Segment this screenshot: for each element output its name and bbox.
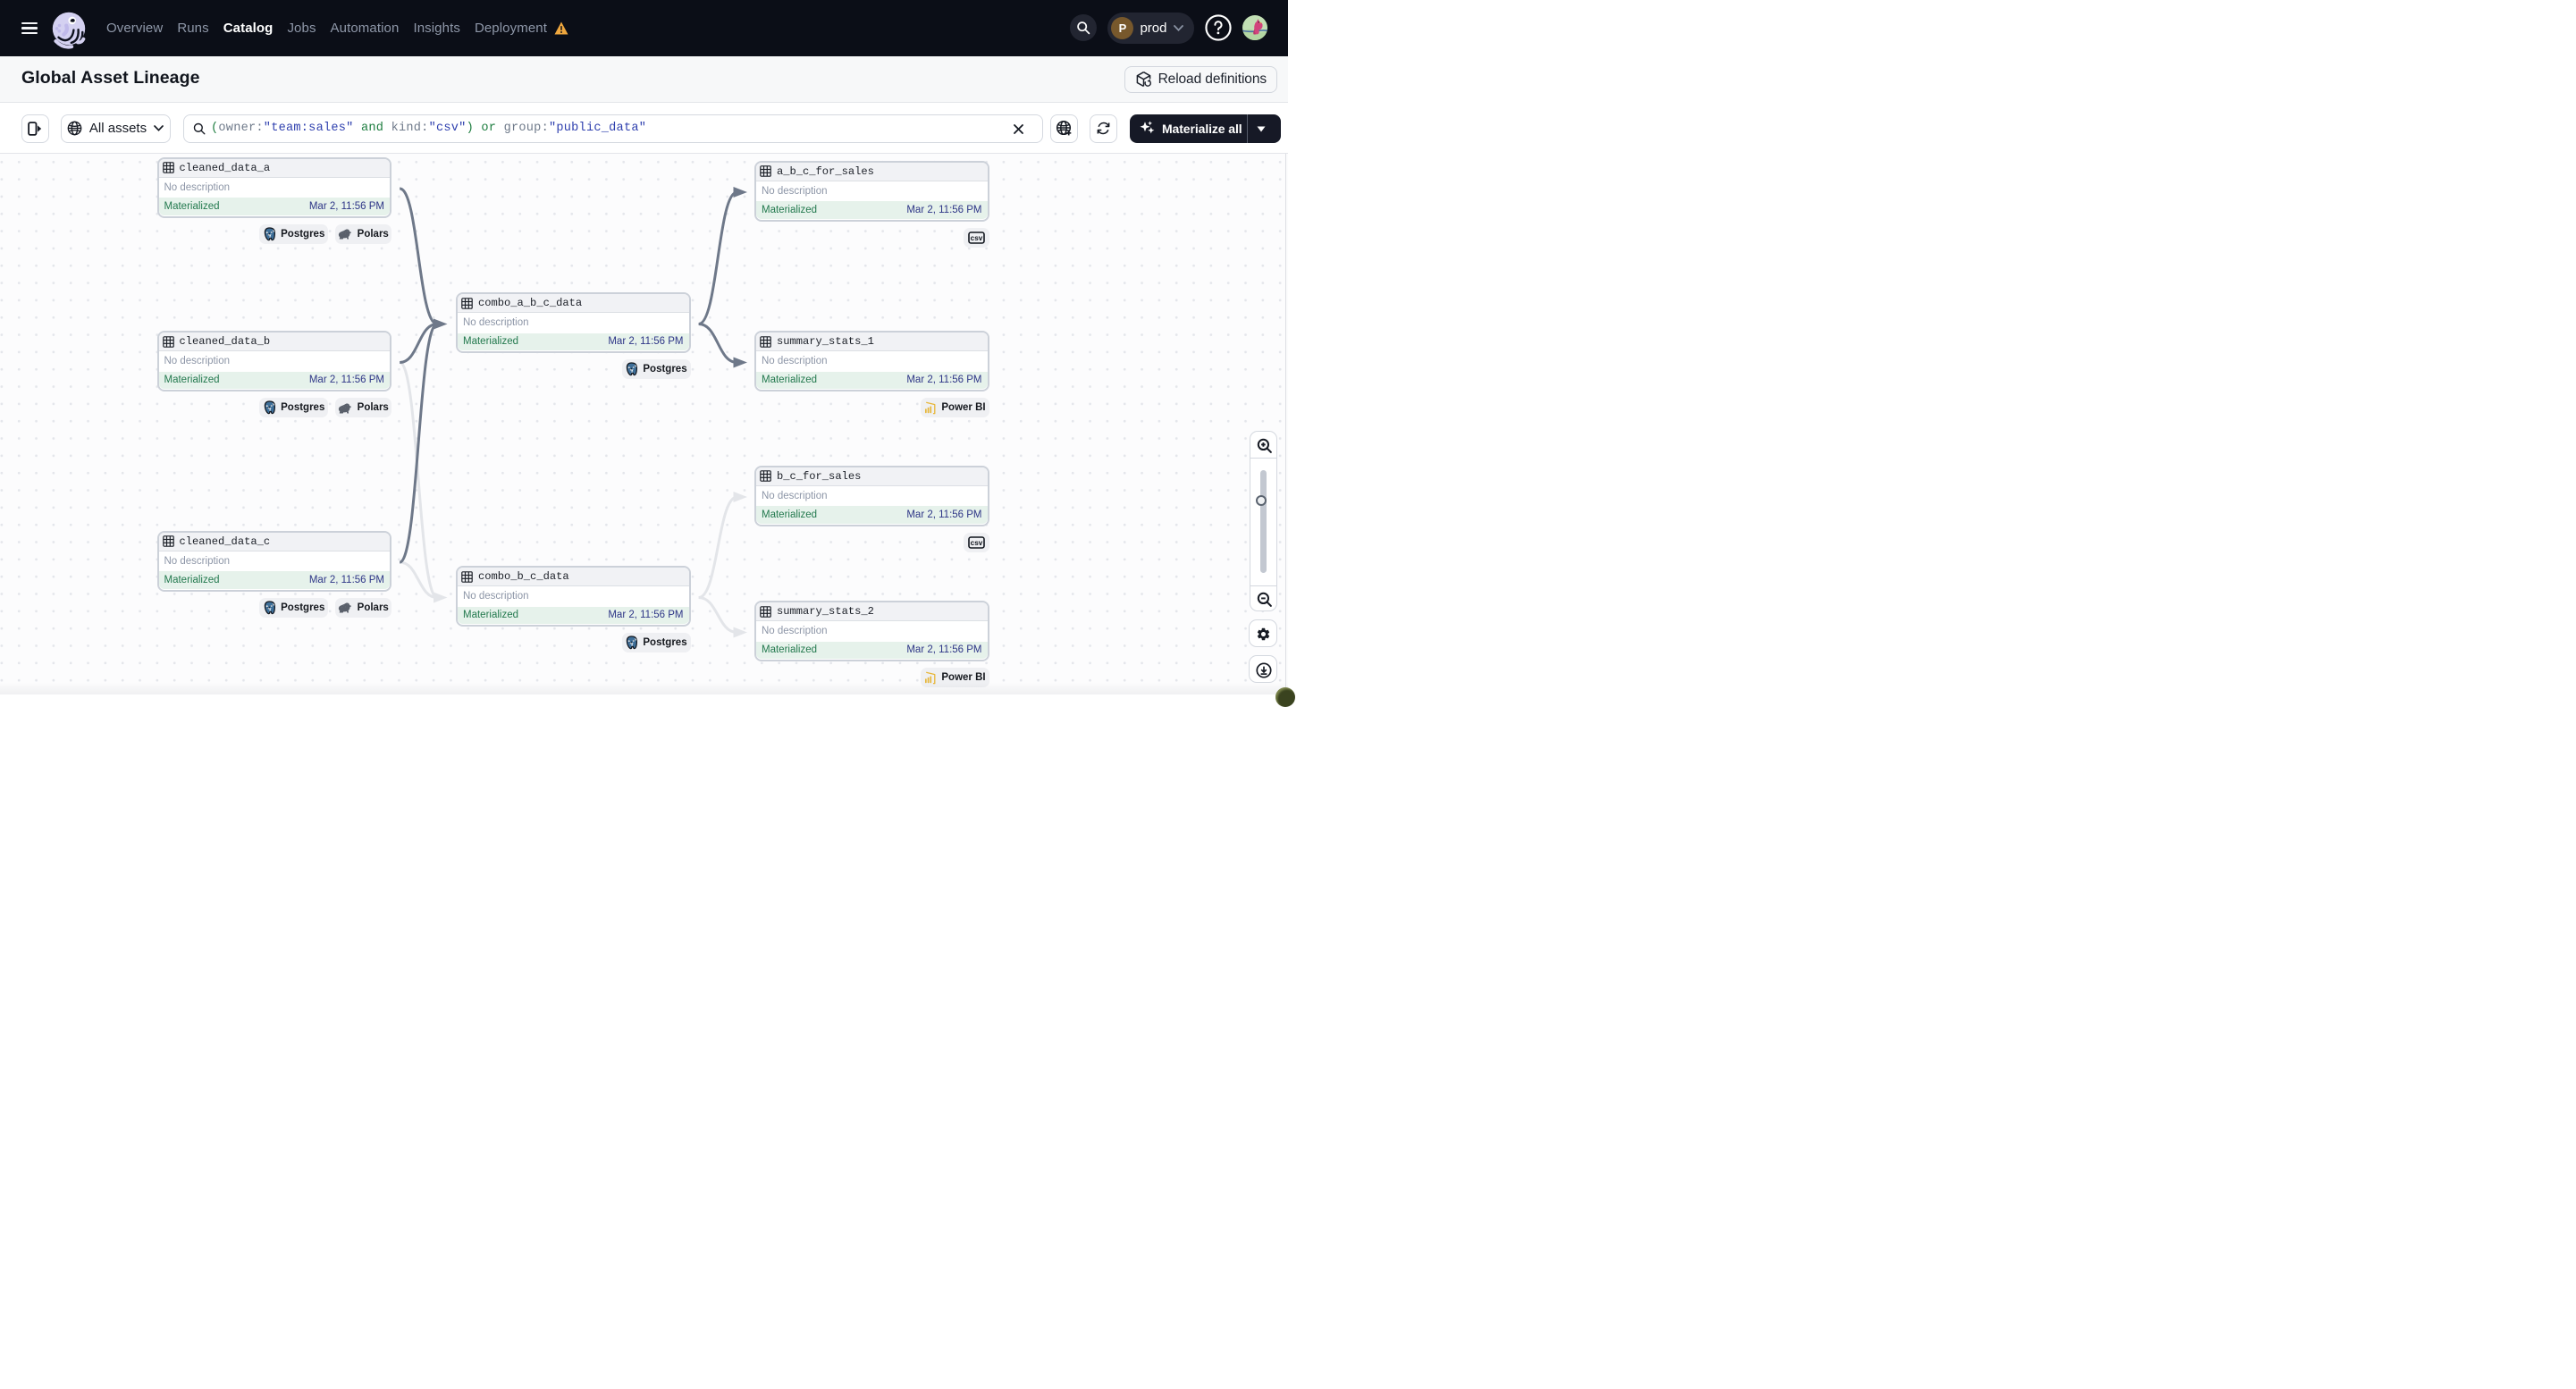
svg-text:csv: csv	[970, 539, 982, 547]
svg-text:csv: csv	[970, 234, 982, 242]
